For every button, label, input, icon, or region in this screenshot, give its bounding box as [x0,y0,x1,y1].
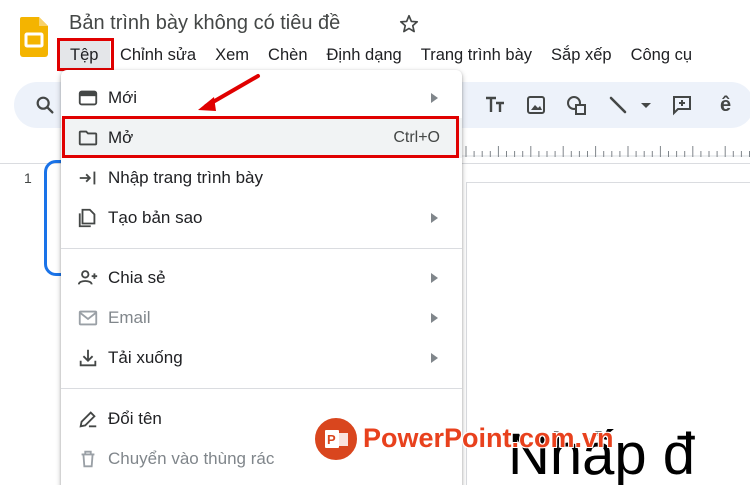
ruler [460,146,750,157]
submenu-arrow-icon [431,93,438,103]
menu-bar: Tệp Chỉnh sửa Xem Chèn Định dạng Trang t… [58,38,702,72]
new-slide-icon [78,90,98,106]
menu-format[interactable]: Định dạng [317,38,411,72]
menu-item-label: Đổi tên [108,409,162,428]
copy-icon [78,208,96,228]
menu-item-label: Chia sẻ [108,268,166,287]
menu-arrange[interactable]: Sắp xếp [542,38,622,72]
slides-logo-icon[interactable] [20,17,48,57]
shortcut-label: Ctrl+O [393,129,440,146]
menu-item-label: Mở [108,128,134,147]
submenu-arrow-icon [431,213,438,223]
menu-slide[interactable]: Trang trình bày [411,38,541,72]
menu-item-make-copy[interactable]: Tạo bản sao [61,198,462,238]
submenu-arrow-icon [431,273,438,283]
email-icon [78,310,98,326]
menu-divider [61,248,462,249]
svg-text:P: P [327,432,336,447]
document-title[interactable]: Bản trình bày không có tiêu đề [69,12,340,35]
submenu-arrow-icon [431,313,438,323]
menu-item-label: Tải xuống [108,348,183,367]
shape-icon[interactable] [565,93,589,117]
download-icon [79,349,97,367]
menu-item-share[interactable]: Chia sẻ [61,258,462,298]
share-person-icon [77,270,98,285]
menu-item-email: Email [61,298,462,338]
line-icon[interactable] [606,93,630,117]
menu-item-open[interactable]: Mở Ctrl+O [61,118,462,158]
menu-item-label: Email [108,308,151,327]
search-icon[interactable] [34,94,56,116]
add-comment-icon[interactable] [670,93,694,117]
menu-item-label: Mới [108,88,138,107]
menu-edit[interactable]: Chỉnh sửa [110,38,205,72]
text-style-icon[interactable] [483,93,507,117]
star-icon[interactable] [398,13,420,35]
import-icon [79,171,96,185]
menu-item-label: Tạo bản sao [108,208,203,227]
trash-icon [81,450,95,468]
menu-item-label: Nhập trang trình bày [108,168,263,187]
menu-file[interactable]: Tệp [58,38,111,72]
powerpoint-logo-icon: P [313,416,359,462]
menu-tools[interactable]: Công cụ [621,38,701,72]
menu-item-label: Chuyển vào thùng rác [108,449,275,468]
input-tools-icon[interactable]: ê [720,93,744,117]
rename-icon [79,411,97,428]
menu-divider [61,388,462,389]
annotation-arrow-icon [198,74,260,111]
menu-item-import[interactable]: Nhập trang trình bày [61,158,462,198]
menu-item-download[interactable]: Tải xuống [61,338,462,378]
menu-insert[interactable]: Chèn [259,38,317,72]
menu-view[interactable]: Xem [206,38,259,72]
watermark-text: PowerPoint.com.vn [363,423,614,453]
dropdown-caret-icon[interactable] [634,93,658,117]
slide-number: 1 [24,170,32,186]
submenu-arrow-icon [431,353,438,363]
folder-icon [78,130,98,146]
image-icon[interactable] [524,93,548,117]
